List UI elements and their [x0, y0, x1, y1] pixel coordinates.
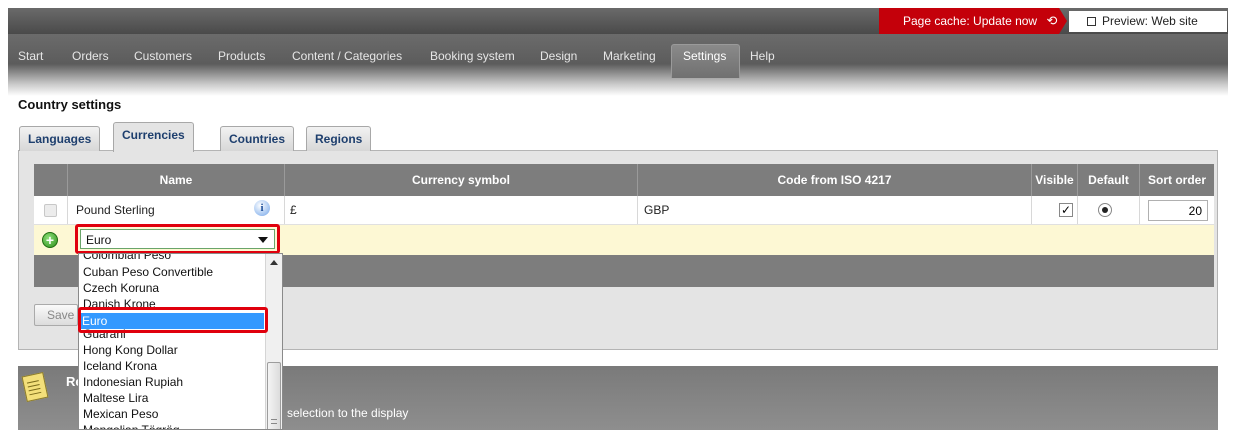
nav-help[interactable]: Help: [750, 46, 775, 66]
page-title: Country settings: [18, 97, 122, 112]
top-bar: Page cache: Update now ⟲ Preview: Web si…: [8, 8, 1228, 34]
save-button[interactable]: Save: [34, 304, 78, 326]
refresh-icon: ⟲: [1046, 13, 1058, 28]
tab-regions[interactable]: Regions: [306, 126, 372, 151]
currency-code: GBP: [644, 203, 670, 217]
dropdown-option[interactable]: Mongolian Tögrög: [82, 422, 262, 429]
scroll-grip-icon: [271, 419, 277, 424]
column-header-default[interactable]: Default: [1077, 164, 1139, 196]
nav-settings[interactable]: Settings: [683, 46, 726, 66]
visible-checkbox[interactable]: ✓: [1059, 203, 1073, 217]
dropdown-option[interactable]: Colombian Peso: [82, 254, 262, 263]
dropdown-option[interactable]: Czech Koruna: [82, 280, 262, 296]
nav-design[interactable]: Design: [540, 46, 577, 66]
sort-order-input[interactable]: [1148, 200, 1208, 221]
arrow-decoration: [1059, 8, 1067, 34]
table-row: Pound Sterling i £ GBP ✓: [34, 196, 1214, 225]
note-icon: [21, 371, 49, 403]
dropdown-option[interactable]: Mexican Peso: [82, 406, 262, 422]
tab-languages[interactable]: Languages: [19, 126, 101, 151]
preview-label: Preview: Web site: [1102, 14, 1198, 28]
preview-website-button[interactable]: Preview: Web site: [1069, 11, 1227, 32]
currency-name: Pound Sterling: [76, 203, 155, 217]
nav-start[interactable]: Start: [18, 46, 43, 66]
page-cache-update-button[interactable]: Page cache: Update now ⟲: [879, 8, 1059, 34]
dropdown-option[interactable]: Hong Kong Dollar: [82, 342, 262, 358]
remarks-text: selection to the display: [287, 406, 409, 420]
column-header-iso-code[interactable]: Code from ISO 4217: [637, 164, 1031, 196]
nav-content-categories[interactable]: Content / Categories: [292, 46, 402, 66]
table-header: Name Currency symbol Code from ISO 4217 …: [34, 164, 1214, 196]
nav-products[interactable]: Products: [218, 46, 265, 66]
column-header-sort-order[interactable]: Sort order: [1139, 164, 1214, 196]
currency-dropdown-list[interactable]: Colombian Peso Cuban Peso Convertible Cz…: [78, 253, 283, 430]
nav-booking-system[interactable]: Booking system: [430, 46, 515, 66]
column-header-currency-symbol[interactable]: Currency symbol: [284, 164, 637, 196]
nav-orders[interactable]: Orders: [72, 46, 109, 66]
nav-customers[interactable]: Customers: [134, 46, 192, 66]
dropdown-option[interactable]: Iceland Krona: [82, 358, 262, 374]
default-radio[interactable]: [1098, 203, 1112, 217]
select-highlight-box: [75, 224, 280, 254]
scroll-up-arrow-icon[interactable]: [270, 260, 278, 265]
page-cache-label: Page cache: Update now: [903, 14, 1038, 28]
dropdown-option[interactable]: Cuban Peso Convertible: [82, 264, 262, 280]
dropdown-scrollbar[interactable]: [265, 254, 282, 429]
save-label: Save: [47, 308, 75, 322]
nav-marketing[interactable]: Marketing: [603, 46, 656, 66]
tab-currencies[interactable]: Currencies: [113, 122, 194, 152]
info-icon[interactable]: i: [254, 200, 270, 216]
column-header-visible[interactable]: Visible: [1031, 164, 1077, 196]
tab-countries[interactable]: Countries: [220, 126, 295, 151]
dropdown-option[interactable]: Indonesian Rupiah: [82, 374, 262, 390]
add-icon[interactable]: +: [42, 232, 58, 248]
row-select-checkbox[interactable]: [44, 204, 57, 217]
scrollbar-thumb[interactable]: [267, 362, 281, 429]
dropdown-option[interactable]: Maltese Lira: [82, 390, 262, 406]
currency-symbol: £: [290, 203, 297, 217]
external-link-icon: [1087, 17, 1096, 26]
euro-highlight-box: [78, 307, 268, 333]
main-navigation: Start Orders Customers Products Content …: [8, 34, 1228, 96]
column-header-name[interactable]: Name: [67, 164, 284, 196]
